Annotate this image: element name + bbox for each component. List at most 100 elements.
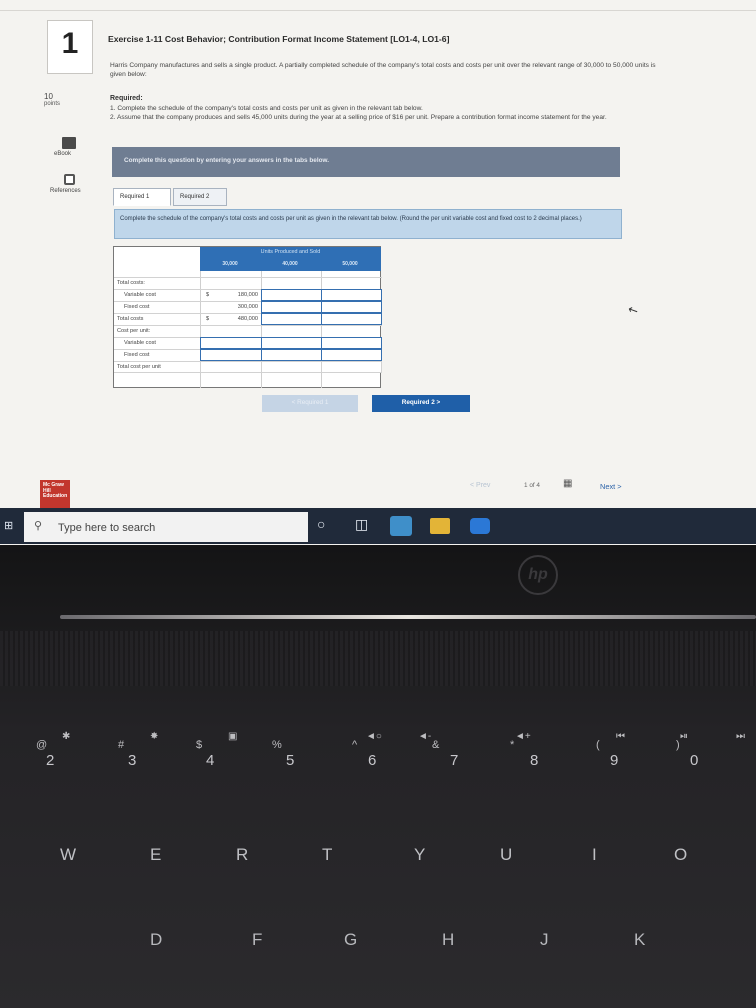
currency-symbol: $ — [206, 316, 210, 322]
total-costs-40000-input[interactable] — [261, 313, 322, 325]
table-row: Fixed cost — [114, 349, 382, 361]
ebook-icon[interactable] — [62, 137, 76, 149]
letter-key: I — [592, 845, 597, 864]
required-item-1: 1. Complete the schedule of the company'… — [110, 105, 423, 112]
key-symbol: @ — [36, 739, 48, 751]
pu-total-40000-cell — [261, 361, 322, 373]
next-required-button[interactable]: Required 2 > — [372, 395, 470, 412]
row-label-total-costs: Total costs — [117, 316, 144, 322]
key-symbol: & — [432, 739, 440, 751]
pu-variable-40000-input[interactable] — [261, 337, 322, 349]
taskbar-search-box[interactable]: ⚲ Type here to search — [24, 512, 308, 542]
previous-required-button[interactable]: < Required 1 — [262, 395, 358, 412]
letter-key: J — [540, 930, 549, 949]
volume-up-key-icon: ◄+ — [515, 731, 531, 742]
pu-total-30000-cell — [200, 361, 262, 373]
table-row: Total cost per unit — [114, 361, 382, 373]
ebook-label[interactable]: eBook — [54, 151, 71, 157]
column-header-50000: 50,000 — [342, 261, 358, 267]
number-key: 8 — [530, 752, 539, 769]
key-symbol: ( — [596, 739, 600, 751]
pu-variable-50000-input[interactable] — [321, 337, 382, 349]
pu-variable-30000-input[interactable] — [200, 337, 262, 349]
key-symbol: % — [272, 739, 282, 751]
number-key: 3 — [128, 752, 137, 769]
pu-fixed-40000-input[interactable] — [261, 349, 322, 361]
cost-schedule-table: Units Produced and Sold 30,000 40,000 50… — [113, 246, 382, 388]
mcgraw-hill-logo: Mc Graw Hill Education — [40, 480, 70, 508]
f-key: ✸ — [150, 731, 159, 742]
question-counter: 1 of 4 — [524, 482, 540, 489]
number-key: 2 — [46, 752, 55, 769]
fast-forward-key-icon: ⏭ — [736, 731, 745, 742]
mute-key-icon: ◄○ — [366, 731, 382, 742]
letter-key: G — [344, 930, 358, 949]
pu-fixed-50000-input[interactable] — [321, 349, 382, 361]
search-icon: ⚲ — [34, 520, 43, 532]
f-key: ✱ — [62, 731, 71, 742]
number-key: 4 — [206, 752, 215, 769]
f-key: ▣ — [228, 731, 238, 742]
windows-taskbar: ⊞ ⚲ Type here to search ○ ◫ — [0, 508, 756, 544]
references-icon[interactable] — [64, 174, 75, 185]
prev-question-button[interactable]: < Prev — [470, 482, 490, 489]
number-key: 5 — [286, 752, 295, 769]
letter-key: O — [674, 845, 688, 864]
question-number: 1 — [61, 27, 79, 60]
pu-fixed-30000-input[interactable] — [200, 349, 262, 361]
total-costs-30000: 480,000 — [237, 316, 258, 322]
variable-cost-30000: 180,000 — [237, 292, 258, 298]
row-label-total-costs-head: Total costs: — [117, 280, 145, 286]
tab-required-2[interactable]: Required 2 — [173, 188, 227, 206]
mouse-cursor-icon: ↖ — [625, 301, 641, 319]
table-row: Total costs $ 480,000 — [114, 313, 382, 325]
banner-text: Complete this question by entering your … — [124, 157, 330, 164]
pu-total-50000-cell — [321, 361, 382, 373]
tab-required-1[interactable]: Required 1 — [113, 188, 171, 206]
currency-symbol: $ — [206, 292, 210, 298]
browser-screen: 1 10 points eBook References Exercise 1-… — [0, 0, 756, 545]
fixed-cost-30000: 300,000 — [237, 304, 258, 310]
row-label-pu-fixed-cost: Fixed cost — [124, 352, 150, 358]
video-app-icon[interactable] — [470, 518, 490, 534]
table-header-title: Units Produced and Sold — [260, 249, 321, 255]
exercise-intro: Harris Company manufactures and sells a … — [110, 62, 656, 78]
hp-logo: hp — [518, 555, 558, 595]
next-question-button[interactable]: Next > — [600, 482, 622, 491]
fixed-cost-50000-input[interactable] — [321, 301, 382, 313]
browser-icon[interactable] — [390, 516, 412, 536]
points-value: 10 — [44, 92, 53, 101]
table-row: Variable cost — [114, 337, 382, 349]
letter-key: Y — [414, 845, 426, 864]
windows-start-icon[interactable]: ⊞ — [4, 519, 13, 532]
required-heading: Required: — [110, 95, 143, 102]
variable-cost-40000-input[interactable] — [261, 289, 322, 301]
required-item-2: 2. Assume that the company produces and … — [110, 114, 607, 121]
row-label-pu-variable-cost: Variable cost — [124, 340, 156, 346]
row-label-fixed-cost: Fixed cost — [124, 304, 150, 310]
variable-cost-50000-input[interactable] — [321, 289, 382, 301]
grid-icon[interactable]: ▦ — [563, 478, 572, 489]
letter-key: T — [322, 845, 333, 864]
key-symbol: ^ — [352, 739, 358, 751]
total-costs-50000-input[interactable] — [321, 313, 382, 325]
key-symbol: * — [510, 739, 515, 751]
search-input[interactable]: Type here to search — [58, 522, 155, 534]
letter-key: U — [500, 845, 513, 864]
letter-key: E — [150, 845, 162, 864]
letter-key: W — [60, 845, 77, 864]
task-view-icon[interactable]: ◫ — [355, 516, 368, 533]
instructions-banner: Complete this question by entering your … — [112, 147, 620, 177]
points-label: points — [44, 101, 61, 107]
row-label-total-cost-per-unit: Total cost per unit — [117, 364, 161, 370]
table-row: Total costs: — [114, 277, 382, 289]
laptop-hinge — [60, 615, 756, 619]
fixed-cost-40000-input[interactable] — [261, 301, 322, 313]
rewind-key-icon: ⏮ — [616, 731, 625, 742]
references-label[interactable]: References — [50, 188, 81, 194]
cortana-icon[interactable]: ○ — [317, 516, 325, 532]
table-header: Units Produced and Sold 30,000 40,000 50… — [200, 247, 381, 271]
number-key: 9 — [610, 752, 619, 769]
file-explorer-icon[interactable] — [430, 518, 450, 534]
table-row: Fixed cost 300,000 — [114, 301, 382, 313]
